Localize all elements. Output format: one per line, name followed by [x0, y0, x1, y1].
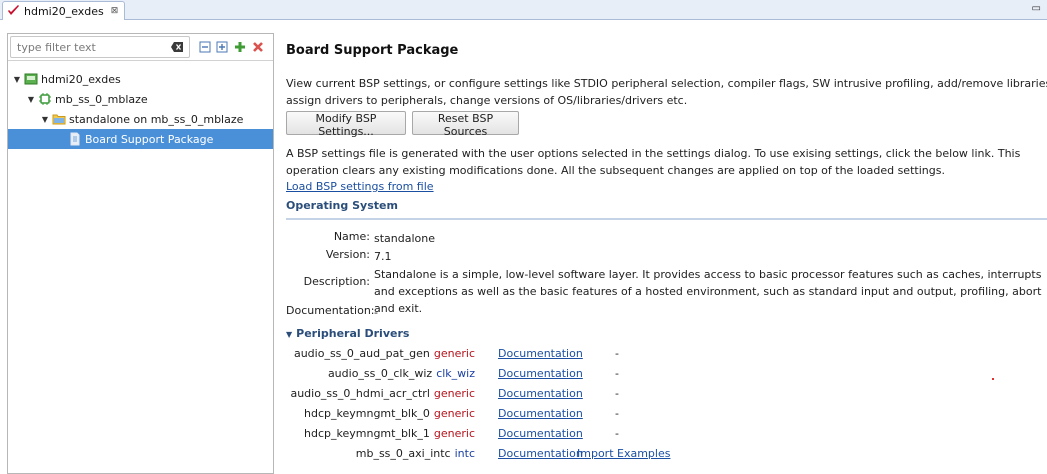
os-name-value: standalone [374, 232, 436, 245]
driver-type: clk_wiz [436, 367, 475, 380]
project-icon [24, 73, 38, 85]
os-description-value: Standalone is a simple, low-level softwa… [374, 268, 1042, 315]
driver-instance-name: audio_ss_0_clk_wiz [327, 367, 433, 380]
red-marker [992, 378, 994, 380]
remove-icon[interactable] [252, 41, 264, 53]
expand-arrow-icon[interactable]: ▼ [26, 95, 36, 104]
driver-type: intc [454, 447, 475, 460]
driver-type: generic [433, 407, 475, 420]
driver-instance-name: hdcp_keymngmt_blk_1 [304, 427, 430, 440]
os-documentation-label: Documentation: [286, 304, 375, 317]
collapse-arrow-icon[interactable]: ▼ [286, 330, 292, 339]
expand-arrow-icon[interactable]: ▼ [40, 115, 50, 124]
driver-instance: hdcp_keymngmt_blk_1 generic [286, 427, 475, 440]
driver-instance: audio_ss_0_aud_pat_gen generic [286, 347, 475, 360]
driver-row: audio_ss_0_aud_pat_gen generic Documentati… [286, 347, 1047, 367]
editor-tab-bar: hdmi20_exdes ⊠ ▭ [0, 0, 1047, 20]
driver-row: hdcp_keymngmt_blk_0 generic Documentation - [286, 407, 1047, 427]
os-name-label: Name: [333, 230, 370, 243]
driver-instance: audio_ss_0_clk_wiz clk_wiz [286, 367, 475, 380]
bsp-overview: Board Support Package View current BSP s… [286, 33, 1047, 474]
xilinx-logo-icon [8, 5, 19, 15]
os-documentation-value: - [374, 306, 378, 319]
reset-bsp-sources-button[interactable]: Reset BSP Sources [412, 111, 519, 138]
tree-item-os[interactable]: ▼ standalone on mb_ss_0_mblaze [8, 109, 273, 129]
driver-extra: - [615, 407, 619, 420]
driver-instance: mb_ss_0_axi_intc intc [286, 447, 475, 460]
modify-bsp-settings-button[interactable]: Modify BSP Settings... [286, 111, 406, 138]
bsp-note-text: A BSP settings file is generated with th… [286, 147, 1021, 177]
filter-input[interactable] [10, 36, 190, 58]
tree-item-processor[interactable]: ▼ mb_ss_0_mblaze [8, 89, 273, 109]
description-text: View current BSP settings, or configure … [286, 77, 1047, 107]
processor-icon [39, 93, 51, 105]
driver-extra: - [615, 387, 619, 400]
documentation-link[interactable]: Documentation [498, 387, 583, 400]
operating-system-section-header: Operating System [286, 199, 1047, 220]
driver-row: audio_ss_0_clk_wiz clk_wiz Documentation - [286, 367, 1047, 387]
tree-item-project[interactable]: ▼ hdmi20_exdes [8, 69, 273, 89]
tree-item-label: hdmi20_exdes [41, 72, 121, 86]
driver-extra: - [615, 347, 619, 360]
driver-type: generic [433, 387, 475, 400]
driver-instance: audio_ss_0_hdmi_acr_ctrl generic [286, 387, 475, 400]
driver-instance-name: audio_ss_0_hdmi_acr_ctrl [290, 387, 430, 400]
minimize-icon[interactable]: ▭ [1032, 3, 1041, 14]
driver-row: mb_ss_0_axi_intc intc Documentation Import … [286, 447, 1047, 467]
os-version-label: Version: [325, 248, 370, 261]
filter-toolbar [8, 34, 273, 61]
driver-instance: hdcp_keymngmt_blk_0 generic [286, 407, 475, 420]
driver-instance-name: mb_ss_0_axi_intc [355, 447, 451, 460]
driver-instance-name: audio_ss_0_aud_pat_gen [293, 347, 430, 360]
expand-all-icon[interactable] [216, 41, 228, 53]
documentation-link[interactable]: Documentation [498, 367, 583, 380]
file-icon [70, 132, 80, 146]
section-title: Peripheral Drivers [296, 327, 410, 340]
documentation-link[interactable]: Documentation [498, 447, 583, 460]
load-bsp-settings-link[interactable]: Load BSP settings from file [286, 180, 434, 193]
os-version-value: 7.1 [374, 250, 392, 263]
add-icon[interactable] [234, 41, 246, 53]
expand-arrow-icon[interactable]: ▼ [12, 75, 22, 84]
tree-item-label: mb_ss_0_mblaze [55, 92, 148, 106]
driver-extra: - [615, 427, 619, 440]
collapse-all-icon[interactable] [199, 41, 211, 53]
peripheral-drivers-header[interactable]: ▼ Peripheral Drivers [286, 327, 409, 340]
editor-tab-label: hdmi20_exdes [24, 4, 104, 18]
clear-filter-icon[interactable] [171, 42, 183, 52]
tree-item-label: Board Support Package [85, 132, 214, 146]
page-title: Board Support Package [286, 43, 459, 58]
driver-instance-name: hdcp_keymngmt_blk_0 [304, 407, 430, 420]
tree-item-label: standalone on mb_ss_0_mblaze [69, 112, 244, 126]
documentation-link[interactable]: Documentation [498, 427, 583, 440]
project-tree: ▼ hdmi20_exdes ▼ mb_ss_0_mblaze ▼ standa… [8, 69, 273, 149]
tree-item-bsp[interactable]: Board Support Package [8, 129, 273, 149]
import-examples-link[interactable]: Import Examples [577, 447, 670, 460]
tab-close-icon[interactable]: ⊠ [111, 6, 119, 16]
section-title: Operating System [286, 199, 398, 212]
folder-icon [52, 114, 66, 125]
os-description-label: Description: [303, 275, 370, 288]
driver-row: audio_ss_0_hdmi_acr_ctrl generic Documenta… [286, 387, 1047, 407]
driver-type: generic [433, 347, 475, 360]
documentation-link[interactable]: Documentation [498, 347, 583, 360]
driver-type: generic [433, 427, 475, 440]
documentation-link[interactable]: Documentation [498, 407, 583, 420]
project-explorer-pane: ▼ hdmi20_exdes ▼ mb_ss_0_mblaze ▼ standa… [7, 33, 274, 474]
editor-tab[interactable]: hdmi20_exdes ⊠ [2, 1, 126, 20]
driver-extra: - [615, 367, 619, 380]
driver-row: hdcp_keymngmt_blk_1 generic Documentation - [286, 427, 1047, 447]
